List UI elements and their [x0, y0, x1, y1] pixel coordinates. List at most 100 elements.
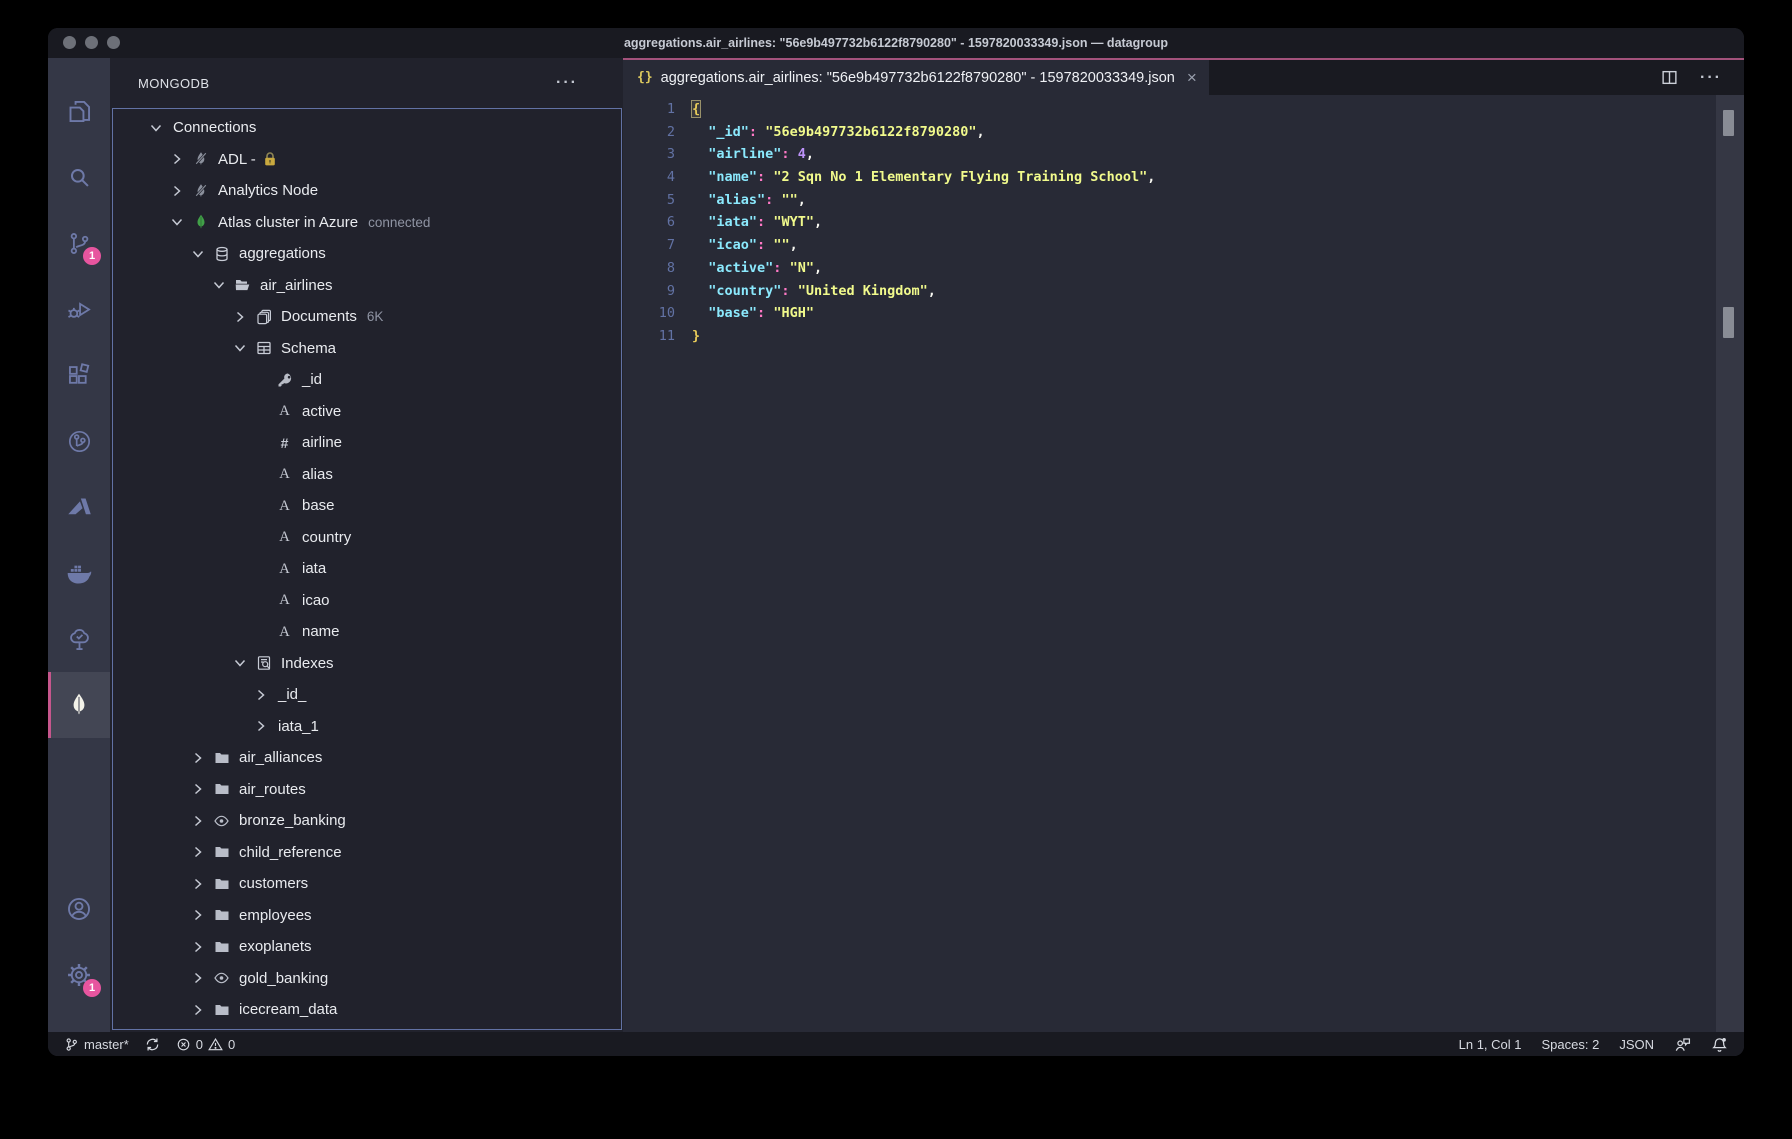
tree-item-employees[interactable]: employees [113, 900, 621, 932]
activity-item-test-tree[interactable] [48, 606, 110, 672]
chevron-right-icon[interactable] [232, 309, 248, 325]
tree-item-schema[interactable]: Schema [113, 333, 621, 365]
tree-item-label: Indexes [281, 654, 334, 672]
tree-item-exoplanets[interactable]: exoplanets [113, 931, 621, 963]
chevron-down-icon[interactable] [232, 340, 248, 356]
split-editor-icon[interactable] [1661, 69, 1678, 86]
tree-item-airline[interactable]: # airline [113, 427, 621, 459]
tab-close-icon[interactable]: × [1187, 69, 1197, 86]
number-icon: # [280, 434, 289, 451]
activity-item-accounts[interactable] [48, 876, 110, 942]
chevron-right-icon[interactable] [190, 907, 206, 923]
activity-item-settings[interactable]: 1 [48, 942, 110, 1008]
tree-item-id[interactable]: _id_ [113, 679, 621, 711]
code-content: "airline": 4, [708, 146, 814, 163]
chevron-right-icon[interactable] [190, 844, 206, 860]
chevron-right-icon[interactable] [190, 1002, 206, 1018]
chevron-right-icon[interactable] [190, 781, 206, 797]
chevron-right-icon[interactable] [190, 939, 206, 955]
chevron-down-icon[interactable] [211, 277, 227, 293]
chevron-right-icon[interactable] [253, 718, 269, 734]
sidebar-more-actions-button[interactable]: ··· [556, 74, 578, 92]
cursor-position-status[interactable]: Ln 1, Col 1 [1459, 1037, 1522, 1052]
tree-item-icao[interactable]: Aicao [113, 585, 621, 617]
problems-status[interactable]: 0 0 [176, 1037, 235, 1052]
chevron-right-icon[interactable] [169, 151, 185, 167]
chevron-right-icon[interactable] [190, 813, 206, 829]
minimize-window-button[interactable] [85, 36, 98, 49]
notifications-bell-icon[interactable] [1711, 1036, 1728, 1053]
chevron-down-icon[interactable] [232, 655, 248, 671]
code-content: "name": "2 Sqn No 1 Elementary Flying Tr… [708, 169, 1156, 186]
tree-item-alias[interactable]: Aalias [113, 459, 621, 491]
activity-item-run-and-debug[interactable] [48, 276, 110, 342]
tree-item-indexes[interactable]: Indexes [113, 648, 621, 680]
scrollbar-decoration[interactable] [1723, 307, 1734, 338]
search-icon [66, 164, 93, 191]
tree-item-bronze-banking[interactable]: bronze_banking [113, 805, 621, 837]
chevron-down-icon[interactable] [148, 120, 164, 136]
chevron-right-icon[interactable] [190, 876, 206, 892]
tree-item-child-reference[interactable]: child_reference [113, 837, 621, 869]
chevron-right-icon[interactable] [169, 183, 185, 199]
indentation-status[interactable]: Spaces: 2 [1542, 1037, 1600, 1052]
tree-item-active[interactable]: Aactive [113, 396, 621, 428]
scrollbar-thumb[interactable] [1723, 110, 1734, 136]
tree-item-atlas-cluster-in-azure[interactable]: Atlas cluster in Azure connected [113, 207, 621, 239]
tree-item-country[interactable]: Acountry [113, 522, 621, 554]
activity-item-mongodb[interactable] [48, 672, 110, 738]
close-window-button[interactable] [63, 36, 76, 49]
activity-item-azure[interactable] [48, 474, 110, 540]
documents-icon [255, 309, 272, 325]
tree-item-analytics-node[interactable]: Analytics Node [113, 175, 621, 207]
tree-item-icecream-data[interactable]: icecream_data [113, 994, 621, 1026]
tree-item-gold-banking[interactable]: gold_banking [113, 963, 621, 995]
explorer-icon [66, 98, 93, 125]
tree-item-adl[interactable]: ADL - [113, 144, 621, 176]
tree-item-base[interactable]: Abase [113, 490, 621, 522]
accounts-icon [65, 895, 93, 923]
git-branch-status[interactable]: master* [64, 1037, 129, 1052]
folder-icon [213, 1002, 230, 1018]
tree-item-connections[interactable]: Connections [113, 112, 621, 144]
folder-icon [213, 781, 230, 797]
activity-item-git-graph[interactable] [48, 408, 110, 474]
editor-code[interactable]: 1{2 "_id": "56e9b497732b6122f8790280", 3 … [623, 95, 1716, 1032]
folder-icon [213, 907, 230, 923]
tab-json-document[interactable]: {} aggregations.air_airlines: "56e9b4977… [623, 60, 1209, 95]
activity-item-explorer[interactable] [48, 78, 110, 144]
tree-item-air-routes[interactable]: air_routes [113, 774, 621, 806]
chevron-down-icon[interactable] [190, 246, 206, 262]
code-line: 5 "alias": "", [623, 189, 1716, 212]
chevron-down-icon[interactable] [169, 214, 185, 230]
tree-item-air-alliances[interactable]: air_alliances [113, 742, 621, 774]
feedback-icon[interactable] [1674, 1036, 1691, 1053]
string-icon: A [279, 466, 290, 482]
activity-item-docker[interactable] [48, 540, 110, 606]
chevron-right-icon[interactable] [190, 750, 206, 766]
language-mode-status[interactable]: JSON [1619, 1037, 1654, 1052]
editor-more-actions-icon[interactable]: ··· [1700, 69, 1722, 87]
code-content: "alias": "", [708, 191, 806, 208]
tree-item-label: child_reference [239, 843, 342, 861]
activity-item-extensions[interactable] [48, 342, 110, 408]
tree-item-label: air_alliances [239, 749, 323, 767]
sync-status[interactable] [145, 1037, 160, 1052]
sync-icon [145, 1037, 160, 1052]
tree-item-iata-1[interactable]: iata_1 [113, 711, 621, 743]
tree-item-documents[interactable]: Documents 6K [113, 301, 621, 333]
tree-item-id[interactable]: _id [113, 364, 621, 396]
chevron-right-icon[interactable] [253, 687, 269, 703]
tree-item-air-airlines[interactable]: air_airlines [113, 270, 621, 302]
chevron-right-icon[interactable] [190, 970, 206, 986]
tree-item-aggregations[interactable]: aggregations [113, 238, 621, 270]
tree-item-customers[interactable]: customers [113, 868, 621, 900]
activity-item-source-control[interactable]: 1 [48, 210, 110, 276]
tree-item-iata[interactable]: Aiata [113, 553, 621, 585]
tree-item-label: Connections [173, 119, 257, 137]
maximize-window-button[interactable] [107, 36, 120, 49]
tree-item-name[interactable]: Aname [113, 616, 621, 648]
activity-item-search[interactable] [48, 144, 110, 210]
